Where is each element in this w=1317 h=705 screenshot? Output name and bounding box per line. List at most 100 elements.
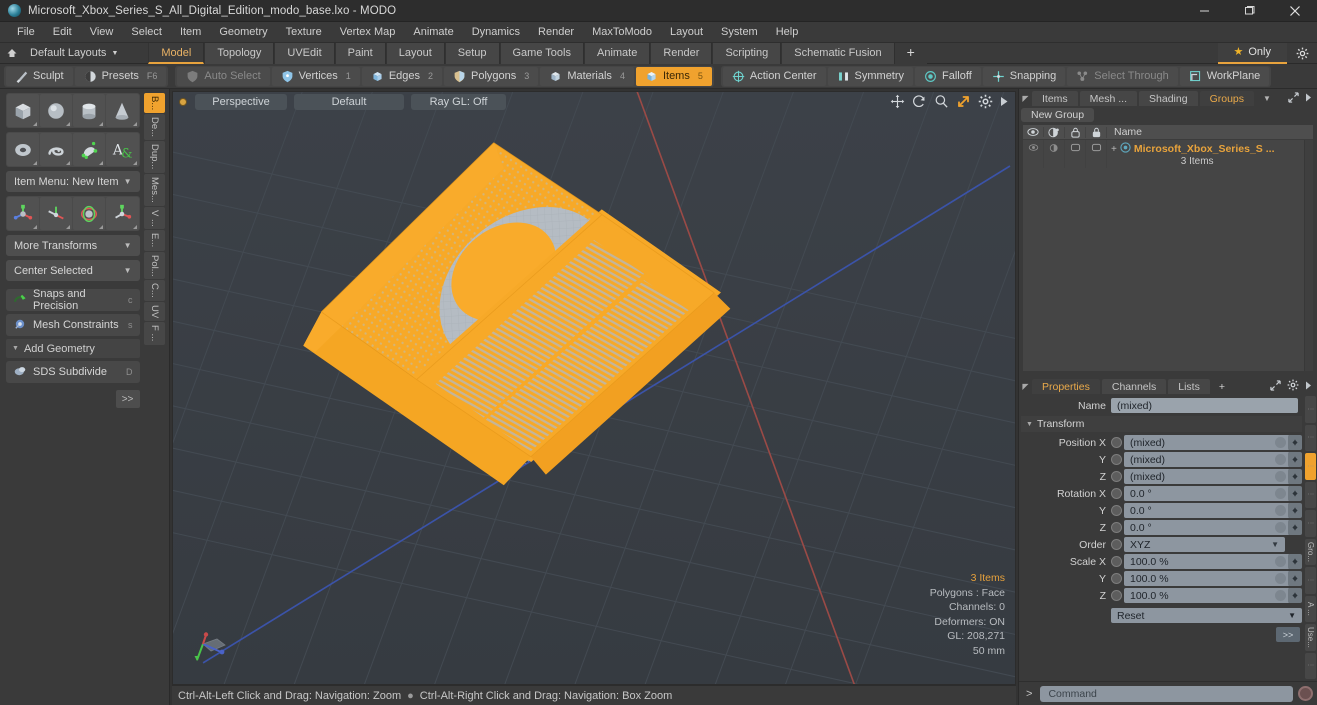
menu-item-file[interactable]: File — [8, 22, 44, 43]
value-knob-icon[interactable] — [1275, 522, 1286, 533]
value-knob-icon[interactable] — [1275, 437, 1286, 448]
panel-collapse-arrow-icon[interactable]: ◤ — [1019, 91, 1032, 106]
transform-value-field[interactable]: 0.0 ° — [1124, 503, 1290, 518]
more-transforms-dropdown[interactable]: More Transforms ▼ — [6, 235, 140, 256]
symmetry-button[interactable]: Symmetry — [827, 66, 914, 86]
layout-tab-game-tools[interactable]: Game Tools — [499, 42, 584, 64]
right-vtab-3[interactable]: ⋮ — [1305, 481, 1316, 508]
menu-item-render[interactable]: Render — [529, 22, 583, 43]
reset-dropdown[interactable]: Reset ▼ — [1111, 608, 1302, 623]
left-vtab-5[interactable]: E... — [143, 230, 165, 251]
items-button[interactable]: Items 5 — [635, 66, 712, 86]
render-icon[interactable] — [1044, 126, 1065, 138]
layout-tab-schematic-fusion[interactable]: Schematic Fusion — [781, 42, 895, 64]
channel-toggle-icon[interactable] — [1111, 505, 1122, 516]
only-toggle-button[interactable]: ★ Only — [1217, 42, 1287, 64]
transform-value-field[interactable]: (mixed) — [1124, 452, 1290, 467]
add-geometry-header[interactable]: ▼ Add Geometry — [6, 339, 140, 358]
expand-left-panel-button[interactable]: >> — [115, 390, 140, 408]
row-lock-toggle[interactable] — [1065, 140, 1086, 168]
value-knob-icon[interactable] — [1275, 505, 1286, 516]
panel-menu-icon[interactable] — [1305, 381, 1312, 393]
maximize-panel-icon[interactable] — [1270, 379, 1281, 394]
home-icon[interactable] — [0, 48, 24, 59]
view-mode-button[interactable]: Perspective — [195, 94, 287, 110]
transform-icon[interactable] — [106, 197, 139, 230]
layout-tab-scripting[interactable]: Scripting — [712, 42, 782, 64]
row-visibility-toggle[interactable] — [1023, 140, 1044, 168]
expand-plus-icon[interactable]: + — [1110, 142, 1120, 155]
right-vtab-4[interactable]: ⋮ — [1305, 510, 1316, 537]
layout-tab-model[interactable]: Model — [148, 42, 205, 64]
menu-item-texture[interactable]: Texture — [277, 22, 331, 43]
prop-tab-add[interactable]: + — [1212, 379, 1232, 394]
menu-item-maxtomodo[interactable]: MaxToModo — [583, 22, 661, 43]
menu-item-item[interactable]: Item — [171, 22, 210, 43]
left-vtab-8[interactable]: UV — [143, 302, 165, 322]
add-layout-tab-button[interactable]: + — [894, 42, 927, 64]
channel-toggle-icon[interactable] — [1111, 471, 1122, 482]
right-vtab-7[interactable]: A ... — [1305, 595, 1316, 622]
sculpt-button[interactable]: Sculpt — [6, 66, 73, 86]
auto-select-button[interactable]: Auto Select — [177, 66, 270, 86]
right-tab-groups[interactable]: Groups — [1199, 91, 1255, 106]
group-row-name-cell[interactable]: + Microsoft_Xbox_Series_S ... 3 Items — [1107, 140, 1304, 168]
channel-toggle-icon[interactable] — [1111, 437, 1122, 448]
transform-section-header[interactable]: ▼ Transform — [1021, 416, 1302, 432]
value-knob-icon[interactable] — [1275, 573, 1286, 584]
default-layouts-dropdown[interactable]: Default Layouts ▼ — [24, 47, 124, 59]
rotate-icon[interactable] — [912, 94, 927, 109]
zoom-icon[interactable] — [934, 94, 949, 109]
transform-dropdown[interactable]: XYZ ▼ — [1124, 537, 1285, 552]
channel-toggle-icon[interactable] — [1111, 590, 1122, 601]
transform-value-field[interactable]: (mixed) — [1124, 435, 1290, 450]
panel-collapse-arrow-icon[interactable]: ◤ — [1019, 379, 1032, 394]
gear-icon[interactable] — [978, 94, 993, 109]
record-icon[interactable] — [1298, 686, 1313, 701]
polygons-button[interactable]: Polygons 3 — [444, 66, 539, 86]
value-stepper-arrows[interactable] — [1288, 469, 1302, 484]
menu-item-edit[interactable]: Edit — [44, 22, 81, 43]
xbox-series-s-model[interactable] — [173, 92, 1015, 684]
menu-item-system[interactable]: System — [712, 22, 767, 43]
cube-icon[interactable] — [7, 94, 40, 127]
left-vtab-7[interactable]: C... — [143, 280, 165, 302]
menu-item-layout[interactable]: Layout — [661, 22, 712, 43]
right-vtab-8[interactable]: Use... — [1305, 624, 1316, 651]
prop-tab-lists[interactable]: Lists — [1168, 379, 1210, 394]
right-tab-items[interactable]: Items — [1032, 91, 1078, 106]
move-icon[interactable] — [7, 197, 40, 230]
table-row[interactable]: + Microsoft_Xbox_Series_S ... 3 Items — [1023, 140, 1304, 168]
cone-icon[interactable] — [106, 94, 139, 127]
prop-tab-channels[interactable]: Channels — [1101, 379, 1167, 394]
channel-toggle-icon[interactable] — [1111, 454, 1122, 465]
layout-tab-topology[interactable]: Topology — [204, 42, 275, 64]
right-vtab-5[interactable]: Gro... — [1305, 538, 1316, 565]
fit-icon[interactable] — [956, 94, 971, 109]
center-selected-dropdown[interactable]: Center Selected ▼ — [6, 260, 140, 281]
snapping-button[interactable]: Snapping — [982, 66, 1066, 86]
menu-item-help[interactable]: Help — [767, 22, 808, 43]
chevron-down-icon[interactable]: ▼ — [1256, 91, 1278, 106]
snaps-and-precision-button[interactable]: Snaps and Precision c — [6, 288, 140, 312]
item-menu-dropdown[interactable]: Item Menu: New Item ▼ — [6, 171, 140, 192]
layout-tab-animate[interactable]: Animate — [584, 42, 651, 64]
value-stepper-arrows[interactable] — [1288, 571, 1302, 586]
cylinder-icon[interactable] — [73, 94, 106, 127]
right-tab-mesh[interactable]: Mesh ... — [1079, 91, 1138, 106]
left-vtab-1[interactable]: De... — [143, 114, 165, 141]
rotate-icon[interactable] — [40, 197, 73, 230]
left-vtab-9[interactable]: F ... — [143, 322, 165, 345]
mesh-constraints-button[interactable]: Mesh Constraints s — [6, 314, 140, 336]
right-vtab-1[interactable]: ⋮ — [1305, 424, 1316, 451]
raygl-button[interactable]: Ray GL: Off — [411, 94, 506, 110]
value-stepper-arrows[interactable] — [1288, 520, 1302, 535]
workplane-button[interactable]: WorkPlane — [1179, 66, 1270, 86]
left-vtab-0[interactable]: B... — [143, 93, 165, 114]
maximize-button[interactable] — [1227, 0, 1272, 21]
row-shade-toggle[interactable] — [1086, 140, 1107, 168]
channel-toggle-icon[interactable] — [1111, 556, 1122, 567]
value-stepper-arrows[interactable] — [1288, 503, 1302, 518]
maximize-panel-icon[interactable] — [1288, 91, 1299, 106]
layout-tab-paint[interactable]: Paint — [334, 42, 386, 64]
